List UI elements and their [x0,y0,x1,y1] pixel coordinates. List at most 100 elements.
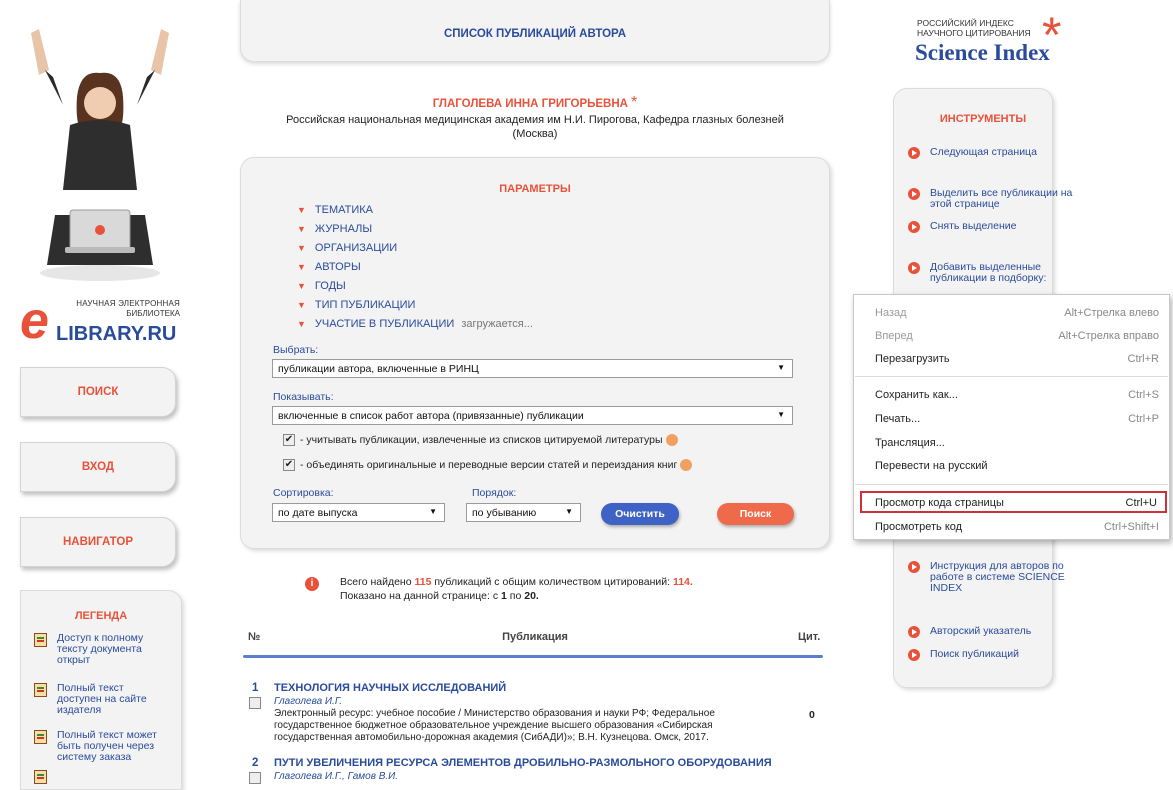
dropdown-arrow-icon: ▼ [429,507,437,516]
elibrary-logo-line2: БИБЛИОТЕКА [126,309,180,318]
tool-deselect[interactable]: Снять выделение [908,221,1016,233]
triangle-down-icon: ▼ [297,224,306,234]
help-icon[interactable] [680,459,693,471]
dropdown-arrow-icon: ▼ [565,507,573,516]
menu-item-back[interactable]: Назад Alt+Стрелка влево [875,307,1159,319]
context-menu: Назад Alt+Стрелка влево Вперед Alt+Стрелка… [853,294,1170,540]
row-description-1: Электронный ресурс: учебное пособие / Ми… [274,708,715,719]
param-journals[interactable]: ▼ ЖУРНАЛЫ [297,223,372,235]
tools-title: ИНСТРУМЕНТЫ [939,113,1027,125]
elibrary-logo-line1: НАУЧНАЯ ЭЛЕКТРОННАЯ [76,299,180,308]
table-row: 1 ТЕХНОЛОГИЯ НАУЧНЫХ ИССЛЕДОВАНИЙ Глагол… [243,678,823,748]
row-title[interactable]: ТЕХНОЛОГИЯ НАУЧНЫХ ИССЛЕДОВАНИЙ [274,682,506,694]
row-number: 2 [252,757,259,769]
search-button[interactable]: Поиск [717,503,794,525]
document-icon [34,683,47,697]
table-row: 2 ПУТИ УВЕЛИЧЕНИЯ РЕСУРСА ЭЛЕМЕНТОВ ДРОБ… [243,753,823,784]
sort-label: Сортировка: [273,487,334,499]
check-cited-refs: ✔ - учитывать публикации, извлеченные из … [283,434,678,446]
param-publication-type[interactable]: ▼ ТИП ПУБЛИКАЦИИ [297,299,415,311]
author-name: ГЛАГОЛЕВА ИННА ГРИГОРЬЕВНА [432,98,628,110]
menu-item-cast[interactable]: Трансляция... [875,437,1159,449]
row-number: 1 [252,682,259,694]
show-label: Показывать: [273,391,334,403]
menu-item-save-as[interactable]: Сохранить как... Ctrl+S [875,389,1159,401]
author-affiliation: Российская национальная медицинская акад… [286,114,784,126]
triangle-down-icon: ▼ [297,205,306,215]
elibrary-e-letter: e [20,292,49,350]
triangle-down-icon: ▼ [297,300,306,310]
nav-navigator-button[interactable]: НАВИГАТОР [20,517,176,567]
arrow-right-icon [908,188,920,200]
table-header-divider [243,655,823,658]
arrow-right-icon [908,221,920,233]
dropdown-arrow-icon: ▼ [777,410,785,419]
show-dropdown[interactable]: включенные в список работ автора (привяз… [272,406,793,425]
arrow-right-icon [908,262,920,274]
row-checkbox[interactable] [249,772,261,784]
science-index-logo[interactable]: РОССИЙСКИЙ ИНДЕКС НАУЧНОГО ЦИТИРОВАНИЯ S… [912,7,1092,72]
science-index-title: Science Index [915,40,1050,65]
info-icon: i [305,577,319,591]
legend-item: Доступ к полному тексту документа открыт [34,633,143,666]
checkbox[interactable]: ✔ [283,459,295,471]
row-title[interactable]: ПУТИ УВЕЛИЧЕНИЯ РЕСУРСА ЭЛЕМЕНТОВ ДРОБИЛ… [274,757,772,769]
science-index-line1: РОССИЙСКИЙ ИНДЕКС [917,18,1014,28]
hero-illustration [25,15,175,285]
legend-item: Полный текст доступен на сайте издателя [34,683,147,716]
arrow-right-icon [908,649,920,661]
clear-button[interactable]: Очистить [601,503,679,525]
summary-line1: Всего найдено 115 публикаций с общим кол… [340,576,693,588]
checkbox[interactable]: ✔ [283,434,295,446]
order-label: Порядок: [472,487,517,499]
select-dropdown[interactable]: публикации автора, включенные в РИНЦ ▼ [272,359,793,378]
row-checkbox[interactable] [249,697,261,709]
science-index-asterisk: * [1042,7,1062,63]
menu-separator [855,376,1168,377]
menu-item-view-source[interactable]: Просмотр кода страницы Ctrl+U [875,497,1157,509]
tool-next-page[interactable]: Следующая страница [908,147,1037,159]
dropdown-arrow-icon: ▼ [777,363,785,372]
check-merge-versions: ✔ - объединять оригинальные и переводные … [283,459,693,471]
tool-author-instructions[interactable]: Инструкция для авторов по работе в систем… [908,561,1065,594]
help-icon[interactable] [665,434,678,446]
param-participation[interactable]: ▼ УЧАСТИЕ В ПУБЛИКАЦИИ загружается... [297,318,533,330]
menu-separator [855,484,1168,485]
param-years[interactable]: ▼ ГОДЫ [297,280,346,292]
col-publication-header: Публикация [502,631,568,643]
arrow-right-icon [908,147,920,159]
menu-item-translate[interactable]: Перевести на русский [875,460,1159,472]
row-description-3: государственная автомобильно-дорожная ак… [274,732,709,743]
menu-item-forward[interactable]: Вперед Alt+Стрелка вправо [875,330,1159,342]
tool-add-to-collection[interactable]: Добавить выделенные публикации в подборку… [908,262,1046,284]
summary-line2: Показано на данной странице: с 1 по 20. [340,590,539,602]
document-icon [34,730,47,744]
tool-select-all[interactable]: Выделить все публикации на этой странице [908,188,1072,210]
menu-item-print[interactable]: Печать... Ctrl+P [875,413,1159,425]
row-citations: 0 [809,709,815,721]
param-topics[interactable]: ▼ ТЕМАТИКА [297,204,373,216]
nav-login-button[interactable]: ВХОД [20,442,176,492]
page-title: СПИСОК ПУБЛИКАЦИЙ АВТОРА [443,28,627,40]
triangle-down-icon: ▼ [297,281,306,291]
tool-publication-search[interactable]: Поиск публикаций [908,649,1019,661]
legend-item: Полный текст может быть получен через сист… [34,730,157,763]
menu-item-inspect[interactable]: Просмотреть код Ctrl+Shift+I [875,521,1159,533]
parameters-title: ПАРАМЕТРЫ [499,183,571,195]
nav-search-button[interactable]: ПОИСК [20,367,176,417]
author-heading: ГЛАГОЛЕВА ИННА ГРИГОРЬЕВНА * [240,94,830,112]
elibrary-logo[interactable]: НАУЧНАЯ ЭЛЕКТРОННАЯ БИБЛИОТЕКА e LIBRARY… [20,295,180,355]
arrow-right-icon [908,626,920,638]
menu-item-reload[interactable]: Перезагрузить Ctrl+R [875,353,1159,365]
param-organizations[interactable]: ▼ ОРГАНИЗАЦИИ [297,242,397,254]
triangle-down-icon: ▼ [297,243,306,253]
document-icon [34,633,47,647]
arrow-right-icon [908,561,920,573]
document-icon [34,770,47,784]
science-index-line2: НАУЧНОГО ЦИТИРОВАНИЯ [917,28,1031,38]
triangle-down-icon: ▼ [297,262,306,272]
order-dropdown[interactable]: по убыванию ▼ [466,503,581,522]
sort-dropdown[interactable]: по дате выпуска ▼ [272,503,445,522]
tool-author-index[interactable]: Авторский указатель [908,626,1031,638]
param-authors[interactable]: ▼ АВТОРЫ [297,261,361,273]
